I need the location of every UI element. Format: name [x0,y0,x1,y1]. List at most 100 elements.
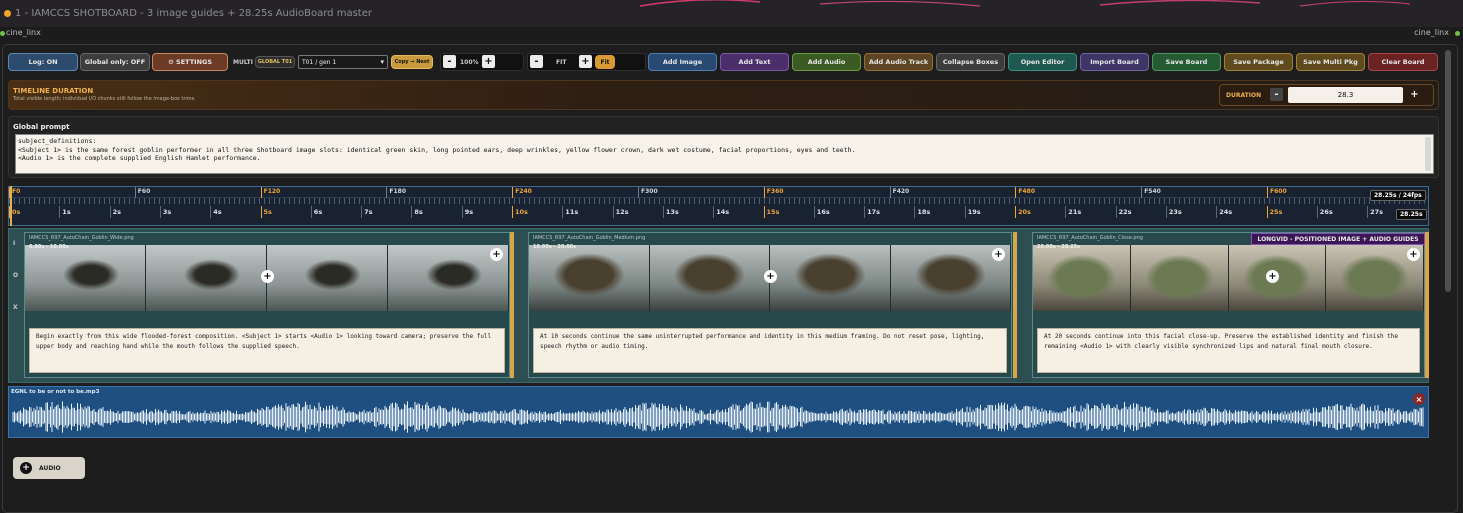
clip-prompt-text[interactable]: At 10 seconds continue the same uninterr… [533,328,1007,373]
duration-label: DURATION [1226,92,1262,99]
longvid-tag: LONGVID - POSITIONED IMAGE + AUDIO GUIDE… [1251,233,1425,245]
second-tick-label: 15s [763,206,779,218]
clip-time-range: 0.00s - 10.00s [29,244,69,250]
thumbnail-frame [25,245,146,311]
add-audio-lane-button[interactable]: + AUDIO [13,457,85,479]
thumbnail-frame [770,245,891,311]
clip-trim-handle[interactable] [1013,232,1017,378]
second-tick-label: 17s [864,206,880,218]
node-status-dot [4,10,11,17]
second-tick-label: 14s [713,206,729,218]
collapse-boxes-button[interactable]: Collapse Boxes [936,53,1005,71]
ruler-ticks [9,198,1428,204]
global-prompt-input[interactable] [15,134,1434,174]
thumbnail-frame [1033,245,1131,311]
window-titlebar: 1 - IAMCCS SHOTBOARD - 3 image guides + … [0,0,1463,27]
link-label-right[interactable]: cine_linx [1414,28,1449,37]
clip-filename: IAMCCS_R97_AutoChain_Goblin_Wide.png [29,235,134,241]
clip-prompt-text[interactable]: Begin exactly from this wide flooded-for… [29,328,505,373]
duration-input[interactable]: 28.3 [1288,87,1403,103]
settings-button[interactable]: ⚙ SETTINGS [152,53,228,71]
frame-ruler-row: F0 F60 F120 F180 F240 F300 F360 F420 F480 F540 F60… [9,187,1428,198]
plus-circle-icon: + [20,462,32,474]
clip-wide[interactable]: IAMCCS_R97_AutoChain_Goblin_Wide.png 0.0… [24,232,510,378]
thumbnail-frame [529,245,650,311]
clip-time-range: 10.00s - 20.00s [533,244,577,250]
add-audio-button[interactable]: Add Audio [792,53,861,71]
global-only-toggle-button[interactable]: Global only: OFF [80,53,150,71]
clip-filename: IAMCCS_R97_AutoChain_Goblin_Medium.png [533,235,646,241]
second-tick-label: 24s [1216,206,1232,218]
seconds-ruler-row: 0s 1s 2s 3s 4s 5s 6s 7s 8s 9s 10s 11s 12s 13s 14s 15s 16… [9,205,1428,219]
fit-decrease-button[interactable]: - [530,55,543,68]
clip-trim-handle[interactable] [1425,232,1429,378]
track-label-o: O [13,272,19,279]
second-tick-label: 10s [512,206,528,218]
duration-decrease-button[interactable]: - [1270,88,1283,101]
add-image-plus-icon[interactable]: + [992,248,1005,261]
second-tick-label: 4s [210,206,222,218]
remove-audio-button[interactable]: × [1413,393,1425,405]
log-toggle-button[interactable]: Log: ON [8,53,78,71]
clear-board-button[interactable]: Clear Board [1368,53,1438,71]
clip-trim-handle[interactable] [510,232,514,378]
link-dot-right [1455,31,1460,36]
duration-control: DURATION - 28.3 + [1219,84,1434,106]
frame-tick-label: F600 [1267,187,1287,198]
thumbnail-frame [649,245,770,311]
zoom-out-button[interactable]: - [443,55,456,68]
link-dot-left [0,31,5,36]
zoom-in-button[interactable]: + [482,55,495,68]
link-label-left[interactable]: cine_linx [6,28,41,37]
second-tick-label: 8s [411,206,423,218]
frame-tick-label: F180 [386,187,406,198]
import-board-button[interactable]: Import Board [1080,53,1149,71]
add-audio-track-button[interactable]: Add Audio Track [864,53,933,71]
save-package-button[interactable]: Save Package [1224,53,1293,71]
prompt-scrollbar[interactable] [1425,137,1431,171]
save-multi-pkg-button[interactable]: Save Multi Pkg [1296,53,1365,71]
panel-scrollbar[interactable] [1445,50,1451,292]
global-t01-chip[interactable]: GLOBAL T01 [255,56,295,68]
thumbnail-frame [267,245,388,311]
open-editor-button[interactable]: Open Editor [1008,53,1077,71]
frame-tick-label: F480 [1015,187,1035,198]
save-board-button[interactable]: Save Board [1152,53,1221,71]
clip-close[interactable]: IAMCCS_R97_AutoChain_Goblin_Close.png 20… [1032,232,1425,378]
add-image-button[interactable]: Add Image [648,53,717,71]
duration-increase-button[interactable]: + [1408,88,1421,101]
second-tick-label: 12s [612,206,629,218]
add-image-plus-icon[interactable]: + [1407,248,1420,261]
waveform-path [12,401,1424,433]
multi-label: MULTI [233,59,253,66]
add-image-plus-icon[interactable]: + [490,248,503,261]
second-tick-label: 22s [1115,206,1132,218]
playhead-marker[interactable] [10,186,12,226]
frame-tick-label: F300 [638,187,658,198]
zoom-value: 100% [460,59,479,66]
fit-label: FIT [556,59,567,66]
take-select-value: T01 / gen 1 [302,59,337,66]
audio-track[interactable]: EGNL to be or not to be.mp3 × [8,386,1429,438]
fit-increase-button[interactable]: + [579,55,592,68]
add-keyframe-icon[interactable]: + [764,270,777,283]
second-tick-label: 13s [662,206,679,218]
timeline-duration-title: TIMELINE DURATION [13,87,94,95]
second-tick-label: 3s [159,206,171,218]
add-keyframe-icon[interactable]: + [1266,270,1279,283]
clip-time-range: 20.00s - 28.25s [1037,244,1081,250]
add-text-button[interactable]: Add Text [720,53,789,71]
clip-medium[interactable]: IAMCCS_R97_AutoChain_Goblin_Medium.png 1… [528,232,1012,378]
frame-tick-label: F540 [1141,187,1161,198]
second-tick-label: 2s [109,206,121,218]
second-tick-label: 26s [1316,206,1333,218]
second-tick-label: 25s [1266,206,1282,218]
second-tick-label: 19s [964,206,981,218]
copy-next-button[interactable]: Copy → Next [391,55,433,69]
add-keyframe-icon[interactable]: + [261,270,274,283]
clip-thumbnails [1033,245,1424,311]
clip-prompt-text[interactable]: At 20 seconds continue into this facial … [1037,328,1420,373]
fit-button[interactable]: Fit [595,55,615,69]
take-select[interactable]: T01 / gen 1 ▾ [298,55,388,69]
timeline-ruler[interactable]: F0 F60 F120 F180 F240 F300 F360 F420 F480 F540 F60… [8,186,1429,226]
